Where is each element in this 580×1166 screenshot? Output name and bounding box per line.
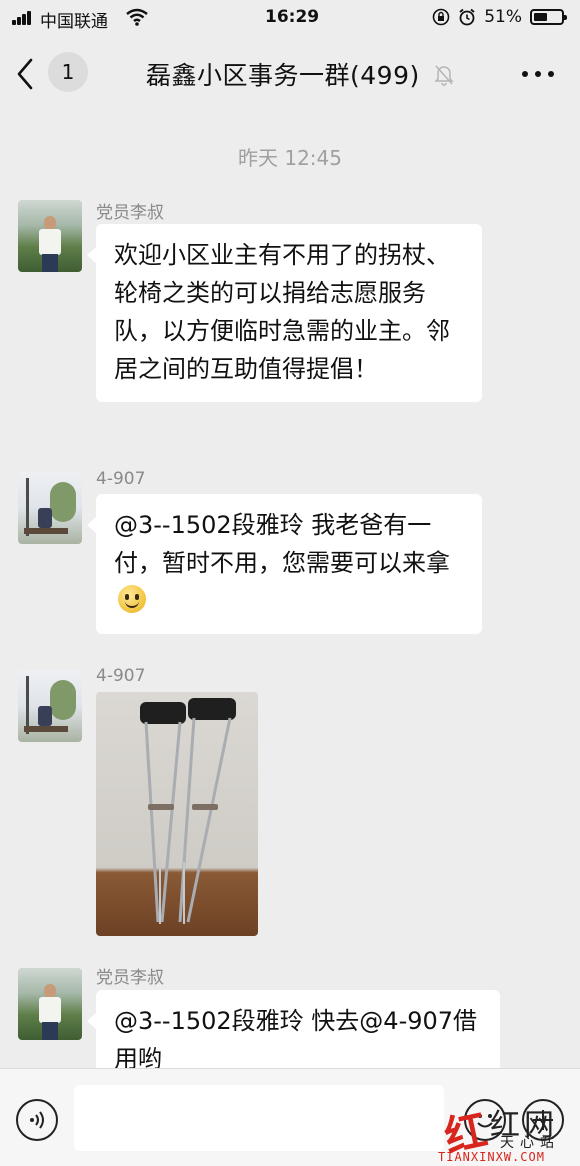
sender-name: 党员李叔 xyxy=(96,203,164,223)
more-button[interactable] xyxy=(520,58,556,88)
status-time: 16:29 xyxy=(265,7,320,27)
chat-header: 1 磊鑫小区事务一群(499) xyxy=(0,36,580,112)
sender-avatar[interactable] xyxy=(18,200,82,272)
sender-avatar[interactable] xyxy=(18,968,82,1040)
status-bar: 中国联通 16:29 51% xyxy=(0,0,580,36)
mute-bell-icon xyxy=(434,65,454,86)
wifi-icon xyxy=(126,8,148,26)
rotation-lock-icon xyxy=(432,8,450,26)
sender-avatar[interactable] xyxy=(18,670,82,742)
carrier-name: 中国联通 xyxy=(40,12,108,32)
voice-button[interactable] xyxy=(16,1099,58,1141)
battery-icon xyxy=(530,9,567,25)
chat-title: 磊鑫小区事务一群(499) xyxy=(146,61,420,90)
voice-icon xyxy=(30,1111,44,1129)
message-bubble[interactable]: @3--1502段雅玲 我老爸有一付，暂时不用，您需要可以来拿 xyxy=(87,494,482,634)
sender-name: 4-907 xyxy=(96,469,146,489)
battery-fill xyxy=(534,13,548,21)
signal-icon xyxy=(12,11,34,25)
crutches-photo[interactable] xyxy=(96,692,258,936)
sender-avatar[interactable] xyxy=(18,472,82,544)
watermark-subtitle: 天心站 xyxy=(500,1135,560,1151)
sender-name: 4-907 xyxy=(96,666,146,686)
alarm-icon xyxy=(459,8,475,26)
unread-count-badge: 1 xyxy=(48,52,88,92)
site-watermark: 红 红网 天心站 TIANXINXW.COM xyxy=(438,1098,580,1166)
sender-name: 党员李叔 xyxy=(96,968,164,988)
back-button[interactable]: 1 xyxy=(16,52,90,96)
message-text: @3--1502段雅玲 我老爸有一付，暂时不用，您需要可以来拿 xyxy=(114,511,450,577)
smile-emoji-icon xyxy=(118,585,146,613)
message-input[interactable] xyxy=(74,1085,444,1151)
watermark-domain: TIANXINXW.COM xyxy=(438,1150,545,1164)
back-chevron-icon xyxy=(17,58,33,90)
message-bubble[interactable]: 欢迎小区业主有不用了的拐杖、轮椅之类的可以捐给志愿服务队，以方便临时急需的业主。… xyxy=(87,224,482,402)
chat-timestamp: 昨天 12:45 xyxy=(238,146,342,170)
battery-percent: 51% xyxy=(484,7,522,27)
